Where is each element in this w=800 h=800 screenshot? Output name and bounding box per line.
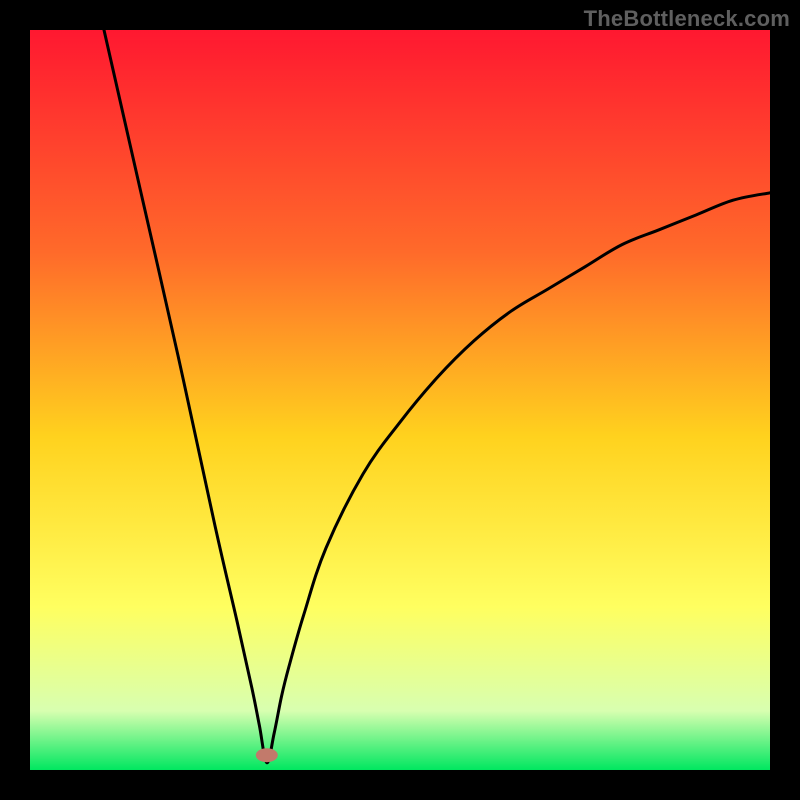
gradient-background xyxy=(30,30,770,770)
optimum-marker xyxy=(256,748,278,762)
chart-frame xyxy=(30,30,770,770)
watermark-text: TheBottleneck.com xyxy=(584,6,790,32)
bottleneck-chart xyxy=(30,30,770,770)
